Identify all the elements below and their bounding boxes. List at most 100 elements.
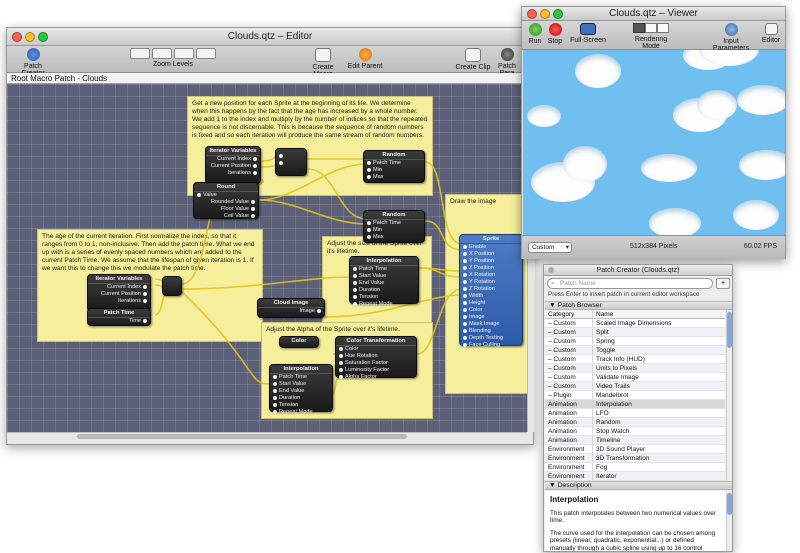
patch-color[interactable]: Color <box>279 336 319 348</box>
patch-patch-time[interactable]: Patch Time Time <box>87 308 151 326</box>
port-end-value[interactable]: End Value <box>350 280 418 287</box>
rendering-mode-2-icon[interactable] <box>645 23 657 33</box>
zoom-in-icon[interactable] <box>196 48 216 59</box>
rendering-mode-3-icon[interactable] <box>657 23 669 33</box>
port-mask-image[interactable]: Mask Image <box>460 321 522 328</box>
port-x-position[interactable]: X Position <box>460 251 522 258</box>
list-item[interactable]: – Custom Track Info (HUD) <box>545 355 725 364</box>
port-max[interactable]: Max <box>364 174 424 181</box>
run-button[interactable]: Run <box>526 23 544 45</box>
port-time[interactable]: Time <box>88 318 150 325</box>
patch-list[interactable]: – Custom Scaled Image Dimensions – Custom S… <box>545 319 725 490</box>
list-item[interactable]: Animation Stop Watch <box>545 427 725 436</box>
port-patch-time[interactable]: Patch Time <box>364 160 424 167</box>
editor-button[interactable]: Editor <box>760 23 782 44</box>
port-ceil-value[interactable]: Ceil Value <box>194 213 258 220</box>
close-button[interactable] <box>548 267 554 273</box>
patch-math-small[interactable] <box>162 276 182 296</box>
port-tension[interactable]: Tension <box>350 294 418 301</box>
patch-cloud-image[interactable]: Cloud Image Image <box>257 298 325 318</box>
port-repeat-mode[interactable]: Repeat Mode <box>270 409 332 416</box>
port-face-culling[interactable]: Face Culling <box>460 342 522 349</box>
port-enable[interactable]: Enable <box>460 244 522 251</box>
port-start-value[interactable]: Start Value <box>350 273 418 280</box>
port-blending[interactable]: Blending <box>460 328 522 335</box>
patch-search-input[interactable]: ⌕ Patch Name <box>547 278 713 289</box>
editor-canvas[interactable]: Get a new position for each Sprite at th… <box>7 84 527 432</box>
patch-math[interactable] <box>275 148 307 176</box>
list-item[interactable]: Animation LFO <box>545 409 725 418</box>
port-value[interactable]: Value <box>194 192 258 199</box>
list-item[interactable]: Environment 3D Sound Player <box>545 445 725 454</box>
patch-random-top[interactable]: Random Patch Time Min Max <box>363 150 425 183</box>
column-name[interactable]: Name <box>593 310 725 318</box>
patch-interpolation-size[interactable]: Interpolation Patch Time Start Value End… <box>349 256 419 307</box>
input-parameters-button[interactable]: Input Parameters <box>708 23 754 52</box>
patch-iterator-variables-top[interactable]: Iterator Variables Current Index Current… <box>205 146 261 184</box>
zoom-out-icon[interactable] <box>152 48 172 59</box>
close-button[interactable] <box>12 32 22 42</box>
column-category[interactable]: Category <box>545 310 593 318</box>
port-iterations[interactable]: Iterations <box>88 298 150 305</box>
port-patch-time[interactable]: Patch Time <box>270 374 332 381</box>
port-iterations[interactable]: Iterations <box>206 170 260 177</box>
list-item[interactable]: Animation Interpolation <box>545 400 725 409</box>
port-patch-time[interactable]: Patch Time <box>364 220 424 227</box>
port-depth-testing[interactable]: Depth Testing <box>460 335 522 342</box>
horizontal-scrollbar[interactable] <box>7 432 527 440</box>
create-clip-button[interactable]: Create Clip <box>455 48 491 71</box>
horizontal-scroll-thumb[interactable] <box>77 434 407 439</box>
port-max[interactable]: Max <box>364 234 424 241</box>
port-floor-value[interactable]: Floor Value <box>194 206 258 213</box>
list-item[interactable]: – Custom Video Trails <box>545 382 725 391</box>
zoom-actual-icon[interactable] <box>174 48 194 59</box>
port-x-rotation[interactable]: X Rotation <box>460 272 522 279</box>
breadcrumb[interactable]: Root Macro Patch - Clouds <box>7 73 533 84</box>
port-current-index[interactable]: Current Index <box>88 284 150 291</box>
port-color[interactable]: Color <box>336 346 416 353</box>
port-saturation-factor[interactable]: Saturation Factor <box>336 360 416 367</box>
port-y-rotation[interactable]: Y Rotation <box>460 279 522 286</box>
patch-interpolation-alpha[interactable]: Interpolation Patch Time Start Value End… <box>269 364 333 415</box>
add-patch-button[interactable]: + <box>716 278 730 289</box>
list-scroll-thumb[interactable] <box>727 312 732 348</box>
port-hue-rotation[interactable]: Hue Rotation <box>336 353 416 360</box>
list-scrollbar[interactable] <box>726 310 732 490</box>
description-scroll-thumb[interactable] <box>727 493 732 515</box>
edit-parent-button[interactable]: Edit Parent <box>345 48 385 70</box>
port-repeat-mode[interactable]: Repeat Mode <box>350 301 418 308</box>
port-rounded-value[interactable]: Rounded Value <box>194 199 258 206</box>
list-item[interactable]: Environment Iterator <box>545 472 725 481</box>
patch-round[interactable]: Round Value Rounded Value Floor Value Ce… <box>193 182 259 219</box>
port-y-position[interactable]: Y Position <box>460 258 522 265</box>
patch-sprite[interactable]: Sprite Enable X Position Y Position Z Po… <box>459 234 523 349</box>
patch-browser-header[interactable]: ▼ Patch Browser <box>545 301 732 310</box>
port-current-position[interactable]: Current Position <box>88 291 150 298</box>
list-item[interactable]: Animation Timeline <box>545 436 725 445</box>
fullscreen-button[interactable]: Full-Screen <box>570 23 606 44</box>
list-item[interactable]: Animation Random <box>545 418 725 427</box>
port-current-position[interactable]: Current Position <box>206 163 260 170</box>
port-current-index[interactable]: Current Index <box>206 156 260 163</box>
patch-iterator-variables-bottom[interactable]: Iterator Variables Current Index Current… <box>87 274 151 312</box>
port-start-value[interactable]: Start Value <box>270 381 332 388</box>
rendering-mode-1-icon[interactable] <box>633 23 645 33</box>
port-min[interactable]: Min <box>364 167 424 174</box>
close-button[interactable] <box>527 9 537 19</box>
port-patch-time[interactable]: Patch Time <box>350 266 418 273</box>
port-luminosity-factor[interactable]: Luminosity Factor <box>336 367 416 374</box>
port-z-rotation[interactable]: Z Rotation <box>460 286 522 293</box>
port-image[interactable]: Image <box>258 308 324 315</box>
list-item[interactable]: – Custom Split <box>545 328 725 337</box>
port-min[interactable]: Min <box>364 227 424 234</box>
list-item[interactable]: Environment Fog <box>545 463 725 472</box>
list-item[interactable]: – Custom Units to Pixels <box>545 364 725 373</box>
minimize-button[interactable] <box>25 32 35 42</box>
rendering-mode-control[interactable]: Rendering Mode <box>626 23 676 50</box>
patch-color-transformation[interactable]: Color Transformation Color Hue Rotation … <box>335 336 417 380</box>
description-scrollbar[interactable] <box>726 491 732 551</box>
list-item[interactable]: – Custom Spring <box>545 337 725 346</box>
list-item[interactable]: – Custom Scaled Image Dimensions <box>545 319 725 328</box>
render-view[interactable] <box>523 50 785 235</box>
port-z-position[interactable]: Z Position <box>460 265 522 272</box>
